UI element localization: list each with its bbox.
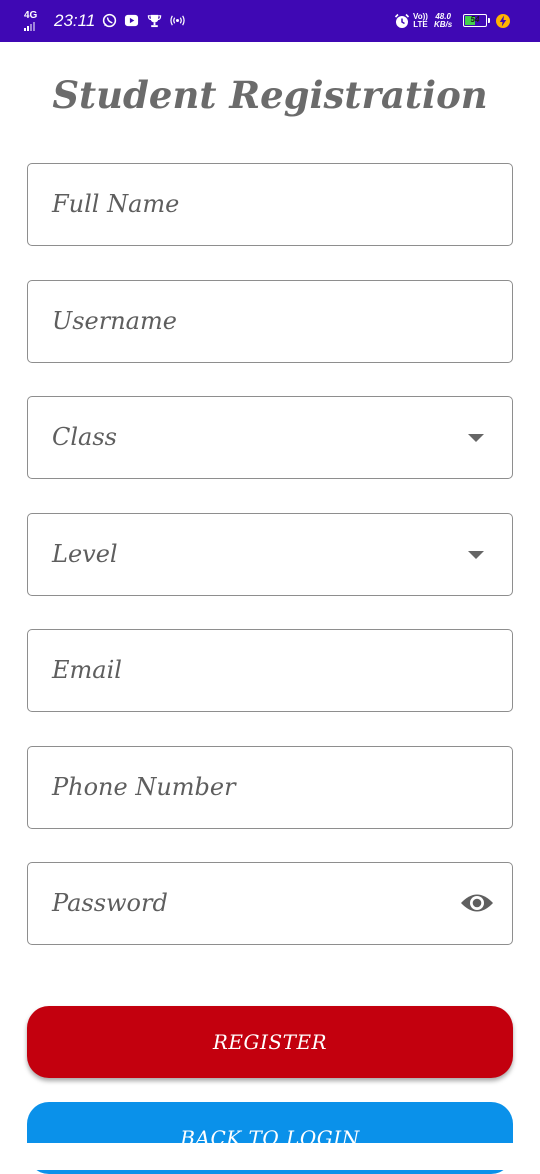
screen-bottom-edge xyxy=(0,1143,540,1170)
phone-number-placeholder: Phone Number xyxy=(52,773,236,801)
register-button[interactable]: REGISTER xyxy=(27,1006,513,1078)
signal-icon xyxy=(24,22,35,31)
status-bar: 4G 23:11 Vo)) LTE 48.0 KB/s 54 xyxy=(0,0,540,42)
network-speed: 48.0 KB/s xyxy=(434,12,453,29)
class-placeholder: Class xyxy=(52,423,117,451)
password-placeholder: Password xyxy=(52,889,168,917)
charging-icon xyxy=(494,12,511,29)
full-name-placeholder: Full Name xyxy=(52,190,180,218)
volte-indicator: Vo)) LTE xyxy=(413,12,428,29)
username-placeholder: Username xyxy=(52,307,177,335)
battery-icon: 54 xyxy=(463,14,490,27)
alarm-icon xyxy=(393,12,410,29)
email-placeholder: Email xyxy=(52,656,122,684)
clock: 23:11 xyxy=(54,11,96,30)
network-type: 4G xyxy=(24,10,38,21)
email-field[interactable]: Email xyxy=(27,629,513,712)
password-field[interactable]: Password xyxy=(27,862,513,945)
full-name-field[interactable]: Full Name xyxy=(27,163,513,246)
phone-number-field[interactable]: Phone Number xyxy=(27,746,513,829)
page-title: Student Registration xyxy=(52,73,488,117)
whatsapp-icon xyxy=(101,12,118,29)
level-dropdown[interactable]: Level xyxy=(27,513,513,596)
dropdown-arrow-icon[interactable] xyxy=(468,551,484,559)
dropdown-arrow-icon[interactable] xyxy=(468,434,484,442)
youtube-icon xyxy=(123,12,140,29)
show-password-eye-icon[interactable] xyxy=(460,890,494,916)
battery-level: 54 xyxy=(470,15,480,24)
hotspot-icon xyxy=(169,12,186,29)
trophy-icon xyxy=(146,12,163,29)
username-field[interactable]: Username xyxy=(27,280,513,363)
class-dropdown[interactable]: Class xyxy=(27,396,513,479)
level-placeholder: Level xyxy=(52,540,118,568)
